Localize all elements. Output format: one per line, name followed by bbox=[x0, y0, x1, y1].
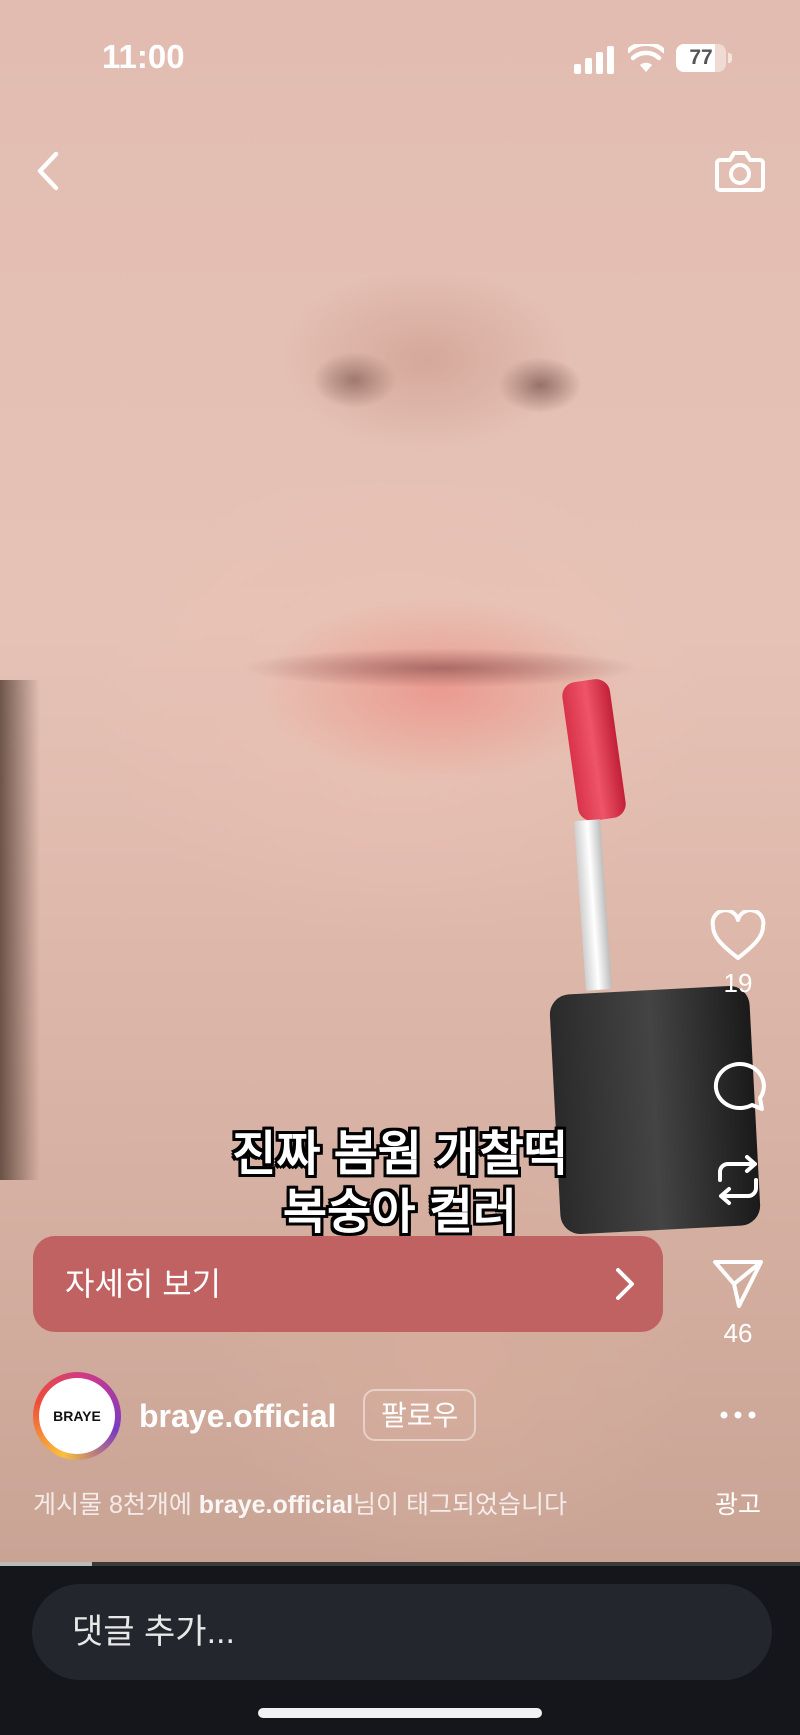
share-count: 46 bbox=[723, 1318, 753, 1348]
comment-button[interactable] bbox=[700, 1058, 776, 1112]
username[interactable]: braye.official bbox=[139, 1372, 336, 1460]
comment-input[interactable]: 댓글 추가... bbox=[32, 1584, 772, 1680]
lip-tint-wand bbox=[560, 677, 628, 823]
learn-more-label: 자세히 보기 bbox=[65, 1266, 222, 1302]
learn-more-button[interactable]: 자세히 보기 bbox=[33, 1236, 663, 1332]
sponsored-label: 광고 bbox=[714, 1491, 761, 1519]
like-button[interactable]: 19 bbox=[700, 910, 776, 999]
more-icon bbox=[720, 1411, 756, 1419]
wand-stem bbox=[574, 819, 612, 991]
tagline-suffix: 님이 태그되었습니다 bbox=[353, 1491, 567, 1519]
comment-bar: 댓글 추가... bbox=[0, 1566, 800, 1735]
video-caption: 진짜 봄웜 개찰떡 복숭아 컬러 bbox=[100, 1126, 700, 1242]
repost-icon bbox=[718, 1155, 758, 1205]
chevron-right-icon bbox=[616, 1268, 634, 1300]
heart-icon bbox=[710, 910, 766, 960]
follow-button[interactable]: 팔로우 bbox=[363, 1389, 477, 1441]
wifi-icon bbox=[628, 44, 664, 72]
caption-line-1: 진짜 봄웜 개찰떡 bbox=[232, 1128, 568, 1181]
send-icon bbox=[713, 1260, 763, 1308]
battery-indicator: 77 bbox=[676, 44, 732, 72]
tagged-posts-link[interactable]: 게시물 8천개에 braye.official님이 태그되었습니다 bbox=[33, 1485, 567, 1521]
avatar[interactable]: BRAYE bbox=[33, 1372, 121, 1460]
tagline-prefix: 게시물 8천개에 bbox=[33, 1491, 199, 1519]
hair-shadow bbox=[0, 680, 40, 1180]
account-row: BRAYE braye.official 팔로우 bbox=[33, 1372, 653, 1460]
status-bar: 11:00 77 bbox=[0, 0, 800, 120]
signal-icon bbox=[574, 46, 614, 74]
home-indicator bbox=[258, 1708, 542, 1718]
caption-line-2: 복숭아 컬러 bbox=[282, 1186, 518, 1239]
comment-icon bbox=[713, 1062, 766, 1111]
back-button[interactable] bbox=[28, 146, 68, 196]
camera-button[interactable] bbox=[714, 146, 766, 196]
chevron-left-icon bbox=[37, 151, 59, 191]
like-count: 19 bbox=[723, 968, 753, 998]
status-time: 11:00 bbox=[102, 38, 185, 75]
battery-percent: 77 bbox=[689, 46, 713, 69]
avatar-logo: BRAYE bbox=[53, 1408, 101, 1424]
camera-icon bbox=[715, 151, 765, 192]
tagline-account: braye.official bbox=[198, 1491, 354, 1519]
remix-button[interactable] bbox=[700, 1152, 776, 1208]
share-button[interactable]: 46 bbox=[700, 1256, 776, 1349]
more-options-button[interactable] bbox=[718, 1408, 758, 1422]
